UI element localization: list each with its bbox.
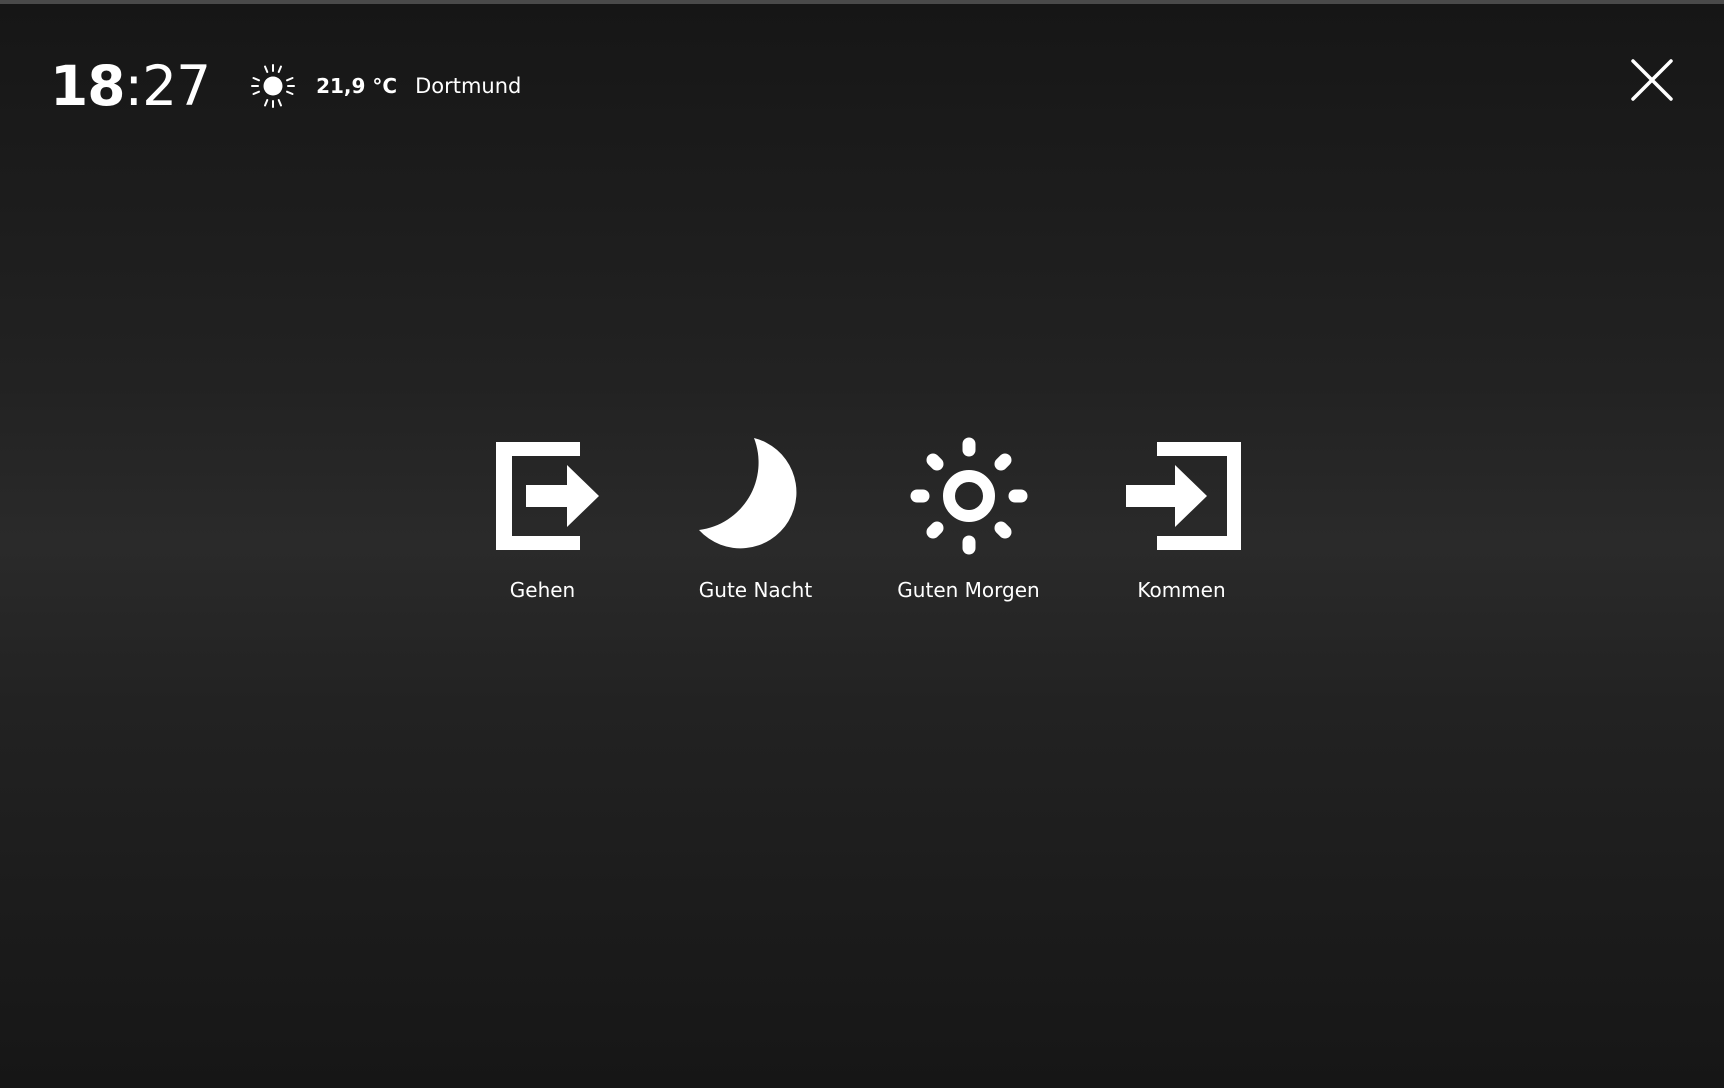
scene-label: Gute Nacht	[698, 578, 813, 602]
clock-hours: 18	[50, 53, 126, 118]
city-name: Dortmund	[415, 74, 522, 98]
scene-kommen-button[interactable]: Kommen	[1075, 436, 1288, 602]
exit-icon	[483, 436, 603, 556]
clock-separator: :	[124, 53, 144, 118]
status-bar: 18:27 21,9 °C Dortmund	[50, 50, 521, 122]
clock-minutes: 27	[142, 53, 211, 118]
temperature: 21,9 °C	[316, 74, 398, 98]
moon-icon	[696, 436, 816, 556]
scene-label: Kommen	[1137, 578, 1226, 602]
scene-gute-nacht-button[interactable]: Gute Nacht	[649, 436, 862, 602]
scene-label: Guten Morgen	[897, 578, 1040, 602]
enter-icon	[1122, 436, 1242, 556]
clock: 18:27	[50, 58, 211, 114]
window-top-border	[0, 0, 1724, 4]
close-icon	[1628, 59, 1676, 108]
scene-list: Gehen Gute Nacht Guten Morgen Kommen	[0, 436, 1724, 602]
scene-guten-morgen-button[interactable]: Guten Morgen	[862, 436, 1075, 602]
sun-icon	[250, 63, 296, 109]
scene-gehen-button[interactable]: Gehen	[436, 436, 649, 602]
close-button[interactable]	[1628, 56, 1676, 104]
scene-label: Gehen	[509, 578, 576, 602]
sun-icon	[909, 436, 1029, 556]
